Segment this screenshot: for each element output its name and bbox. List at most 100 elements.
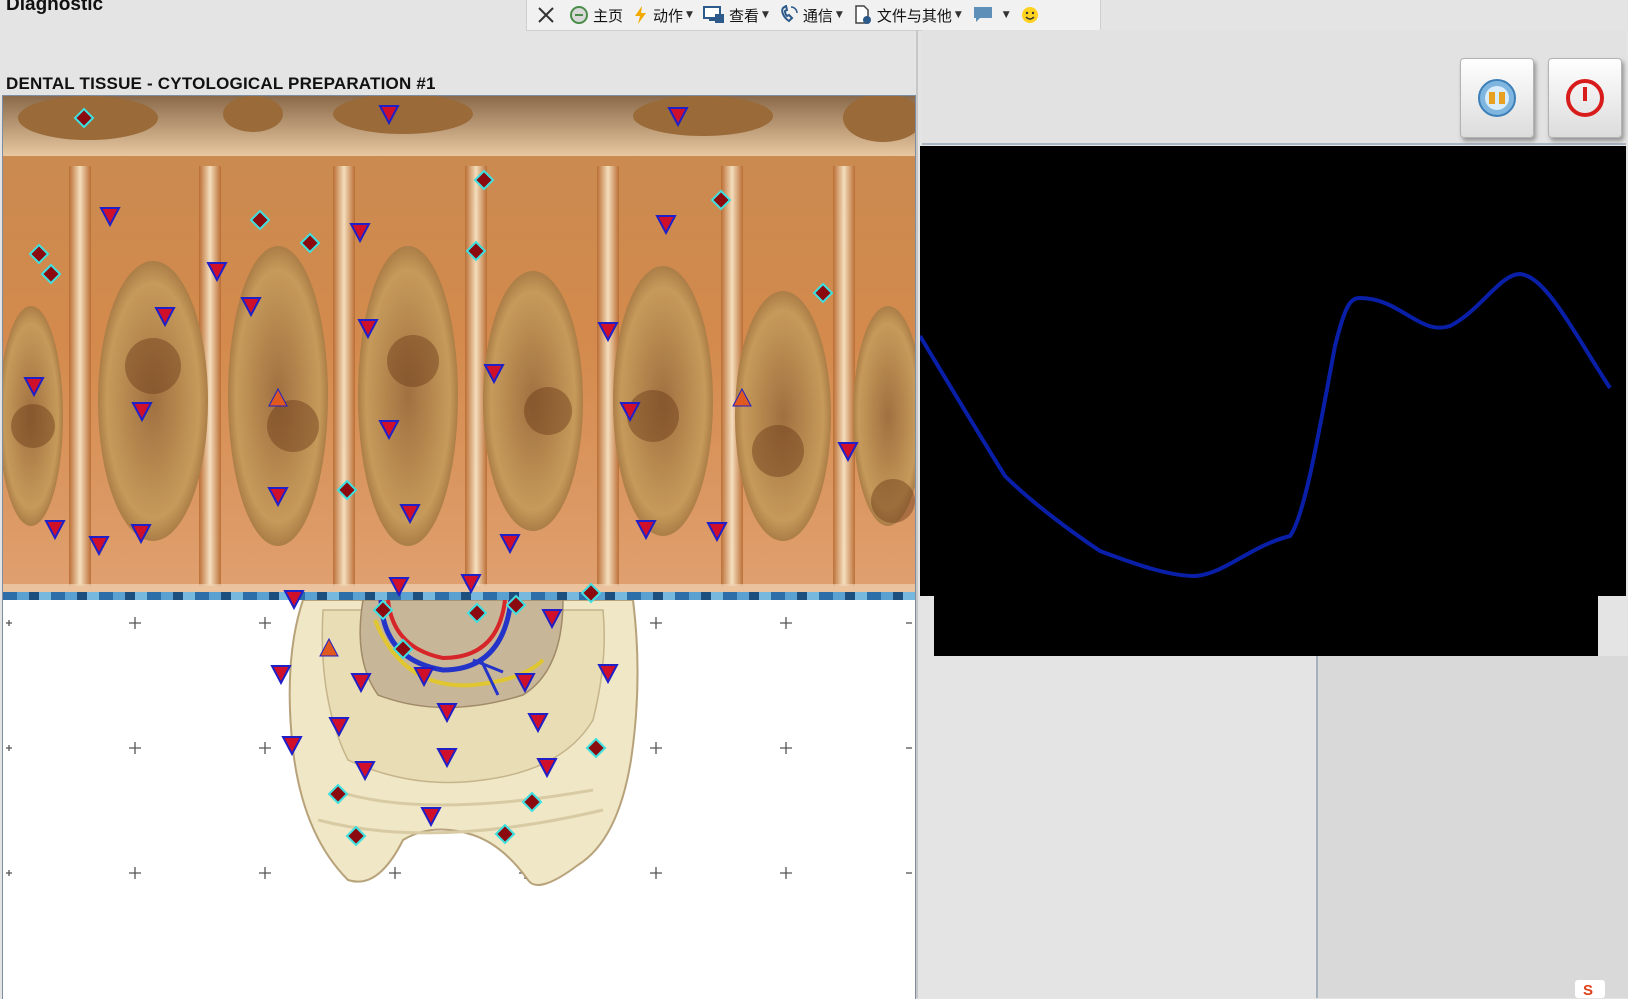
view-menu[interactable]: 查看 ▼ <box>702 5 769 26</box>
warning-triangle-marker[interactable] <box>23 377 45 398</box>
diamond-marker[interactable] <box>494 823 516 845</box>
warning-triangle-marker[interactable] <box>349 223 371 244</box>
warning-triangle-marker[interactable] <box>420 807 442 828</box>
diamond-marker[interactable] <box>392 638 414 660</box>
phone-icon <box>781 5 798 23</box>
close-icon <box>538 7 554 23</box>
warning-triangle-marker[interactable] <box>597 322 619 343</box>
control-panel <box>922 30 1626 145</box>
warning-triangle-marker[interactable] <box>837 442 859 463</box>
warning-triangle-marker[interactable] <box>378 105 400 126</box>
warning-triangle-marker[interactable] <box>88 536 110 557</box>
diamond-marker[interactable] <box>585 737 607 759</box>
warning-triangle-marker[interactable] <box>527 713 549 734</box>
diamond-marker[interactable] <box>336 479 358 501</box>
files-menu[interactable]: 文件与其他 ▼ <box>853 5 962 26</box>
diamond-marker[interactable] <box>249 209 271 231</box>
chevron-down-icon: ▼ <box>835 10 843 20</box>
warning-triangle-marker[interactable] <box>388 577 410 598</box>
alert-triangle-marker[interactable] <box>732 387 752 407</box>
warning-triangle-marker[interactable] <box>99 207 121 228</box>
warning-triangle-marker[interactable] <box>399 504 421 525</box>
warning-triangle-marker[interactable] <box>131 402 153 423</box>
diamond-marker[interactable] <box>40 263 62 285</box>
tissue-view <box>2 95 916 999</box>
warning-triangle-marker[interactable] <box>130 524 152 545</box>
info-area-left <box>922 656 1316 998</box>
warning-triangle-marker[interactable] <box>354 761 376 782</box>
warning-triangle-marker[interactable] <box>44 520 66 541</box>
warning-triangle-marker[interactable] <box>357 319 379 340</box>
warning-triangle-marker[interactable] <box>378 420 400 441</box>
diamond-marker[interactable] <box>372 599 394 621</box>
warning-triangle-marker[interactable] <box>154 307 176 328</box>
actions-label: 动作 <box>653 6 684 25</box>
warning-triangle-marker[interactable] <box>206 262 228 283</box>
diamond-marker[interactable] <box>345 825 367 847</box>
app-title: Diagnostic <box>6 0 104 15</box>
warning-triangle-marker[interactable] <box>270 665 292 686</box>
diamond-marker[interactable] <box>521 791 543 813</box>
power-icon <box>1566 79 1604 117</box>
warning-triangle-marker[interactable] <box>536 758 558 779</box>
warning-triangle-marker[interactable] <box>667 107 689 128</box>
chevron-down-icon: ▼ <box>686 10 693 20</box>
diamond-marker[interactable] <box>465 240 487 262</box>
warning-triangle-marker[interactable] <box>436 748 458 769</box>
comm-menu[interactable]: 通信 ▼ <box>779 5 843 26</box>
chat-menu[interactable]: ▼ <box>972 5 1010 25</box>
warning-triangle-marker[interactable] <box>541 609 563 630</box>
view-label: 查看 <box>728 6 759 25</box>
home-button[interactable]: 主页 <box>569 5 623 26</box>
diamond-marker[interactable] <box>473 169 495 191</box>
signal-graph-bottom <box>934 596 1598 656</box>
power-button[interactable] <box>1548 58 1622 138</box>
warning-triangle-marker[interactable] <box>413 667 435 688</box>
warning-triangle-marker[interactable] <box>619 402 641 423</box>
warning-triangle-marker[interactable] <box>436 703 458 724</box>
diamond-marker[interactable] <box>73 107 95 129</box>
warning-triangle-marker[interactable] <box>635 520 657 541</box>
chevron-down-icon: ▼ <box>761 10 769 20</box>
warning-triangle-marker[interactable] <box>283 590 305 611</box>
signal-line <box>918 271 1612 579</box>
diamond-marker[interactable] <box>812 282 834 304</box>
warning-triangle-marker[interactable] <box>350 673 372 694</box>
warning-triangle-marker[interactable] <box>267 487 289 508</box>
diamond-marker[interactable] <box>505 594 527 616</box>
diamond-marker[interactable] <box>28 243 50 265</box>
warning-triangle-marker[interactable] <box>328 717 350 738</box>
warning-triangle-marker[interactable] <box>483 364 505 385</box>
warning-triangle-marker[interactable] <box>706 522 728 543</box>
warning-triangle-marker[interactable] <box>597 664 619 685</box>
emoji-button[interactable] <box>1020 5 1044 25</box>
warning-triangle-marker[interactable] <box>460 574 482 595</box>
home-label: 主页 <box>593 6 624 25</box>
warning-triangle-marker[interactable] <box>281 736 303 757</box>
diamond-marker[interactable] <box>327 783 349 805</box>
marker-layer <box>23 105 859 847</box>
warning-triangle-marker[interactable] <box>499 534 521 555</box>
info-area-right <box>1318 656 1628 998</box>
diamond-marker[interactable] <box>299 232 321 254</box>
alert-triangle-marker[interactable] <box>268 387 288 407</box>
warning-triangle-marker[interactable] <box>514 673 536 694</box>
panel-title: DENTAL TISSUE - CYTOLOGICAL PREPARATION … <box>6 74 436 93</box>
file-icon <box>855 5 871 24</box>
diamond-marker[interactable] <box>580 582 602 604</box>
media-button[interactable] <box>1460 58 1534 138</box>
smiley-icon <box>1021 7 1038 23</box>
sogou-icon: S <box>1583 982 1593 997</box>
alert-triangle-marker[interactable] <box>319 637 339 657</box>
signal-graph <box>918 146 1626 596</box>
warning-triangle-marker[interactable] <box>240 297 262 318</box>
diamond-markers <box>28 107 834 847</box>
ime-tray-icon[interactable]: S <box>1575 980 1605 998</box>
svg-text:S: S <box>1583 982 1593 997</box>
diamond-marker[interactable] <box>710 189 732 211</box>
diamond-marker[interactable] <box>466 602 488 624</box>
chevron-down-icon: ▼ <box>1002 10 1010 20</box>
close-button[interactable] <box>537 6 559 24</box>
warning-triangle-marker[interactable] <box>655 215 677 236</box>
actions-menu[interactable]: 动作 ▼ <box>633 5 693 26</box>
